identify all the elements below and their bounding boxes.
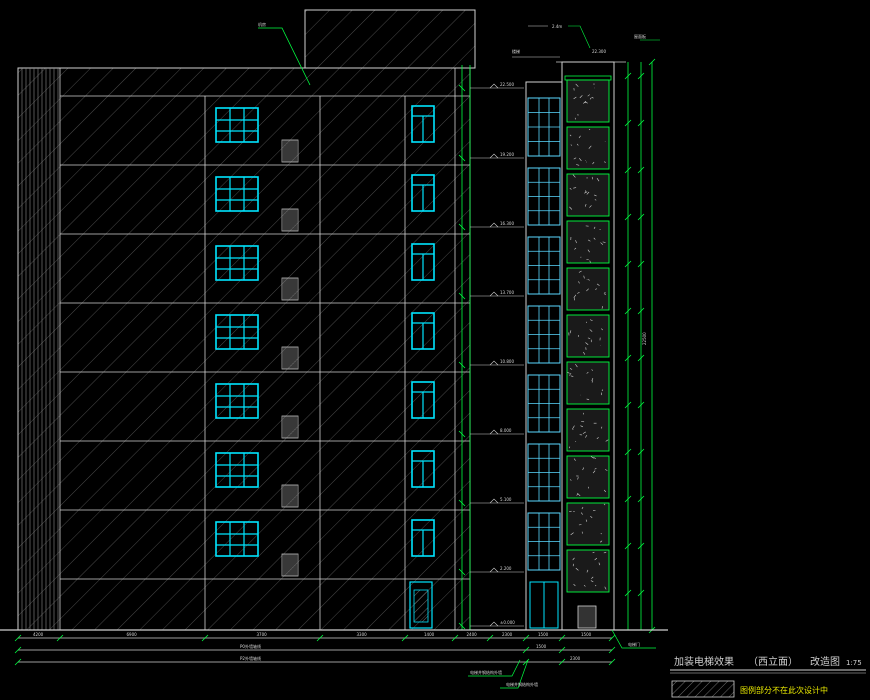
roof-machine-room	[304, 9, 476, 69]
stone-panel	[566, 455, 610, 499]
elevation-label: 2.200	[500, 566, 512, 571]
bottom-dim-label: 2400	[467, 632, 478, 637]
bottom-dim-label: 3300	[357, 632, 368, 637]
dimension-column-right: 22500	[624, 58, 656, 634]
stone-panel	[566, 361, 610, 405]
elevator-shaft	[525, 81, 563, 631]
stone-panel	[566, 314, 610, 358]
elevation-drawing: 22.500 19.200 16.300 13.700 10.800 8.000 5.100…	[0, 9, 866, 698]
leader-label-3: 电梯门	[628, 641, 640, 647]
drawing-title: 加装电梯效果	[674, 655, 734, 668]
stone-tower	[561, 61, 615, 631]
stone-panel	[566, 549, 610, 593]
bottom-dim-label: 2300	[502, 632, 513, 637]
bottom-dim-label: 1500	[538, 632, 549, 637]
drawing-view: （西立面）	[748, 655, 798, 668]
elevation-label: ±0.000	[500, 620, 515, 625]
machine-room-label: 机房	[258, 21, 266, 27]
drawing-scale: 1:75	[846, 659, 862, 667]
stone-panel	[566, 79, 610, 123]
title-block: 加装电梯效果 （西立面） 改造图 1:75 图例部分不在此次设计中	[670, 655, 866, 698]
bottom-dim-label: 1400	[424, 632, 435, 637]
drawing-kind: 改造图	[810, 655, 840, 668]
stone-panel	[566, 173, 610, 217]
bottom-dimensions: 4200 6900 3700 3300 1400 2400 2300 1500 1500 P0外墙…	[14, 632, 616, 666]
bottom-dim-label: 6900	[127, 632, 138, 637]
roof-slab-label: 屋面板	[634, 33, 646, 39]
elevation-label: 16.300	[500, 221, 514, 226]
stone-panel	[566, 502, 610, 546]
elevation-label: 19.200	[500, 152, 514, 157]
leader-label-1: 电梯井钢结构外墙	[470, 669, 502, 675]
bottom-leaders: 电梯井钢结构外墙 电梯井钢结构外墙 电梯门	[468, 629, 656, 689]
elevation-label: 13.700	[500, 290, 514, 295]
bottom-dim-label: 1500	[536, 644, 547, 649]
elevation-label: 22.500	[500, 82, 514, 87]
bottom-dim-label: P0外墙轴线	[240, 643, 261, 649]
bottom-dim-label: 2300	[570, 656, 581, 661]
legend-note: 图例部分不在此次设计中	[740, 685, 828, 695]
legend-swatch	[671, 680, 735, 698]
top-elevation-label: 22.300	[592, 49, 606, 54]
stone-panel	[566, 408, 610, 452]
elevation-label: 5.100	[500, 497, 512, 502]
top-dim-label: 2.4m	[552, 24, 562, 29]
total-height-label: 22500	[642, 332, 647, 345]
bottom-dim-label: 1500	[581, 632, 592, 637]
stair-label: 楼梯	[512, 48, 520, 54]
bottom-dim-label: 4200	[33, 632, 44, 637]
elevation-label: 10.800	[500, 359, 514, 364]
bottom-dim-label: 3700	[257, 632, 268, 637]
bottom-dim-label: P2外墙轴线	[240, 655, 261, 661]
leader-label-2: 电梯井钢结构外墙	[506, 681, 538, 687]
stone-panel	[566, 126, 610, 170]
elevation-label: 8.000	[500, 428, 512, 433]
